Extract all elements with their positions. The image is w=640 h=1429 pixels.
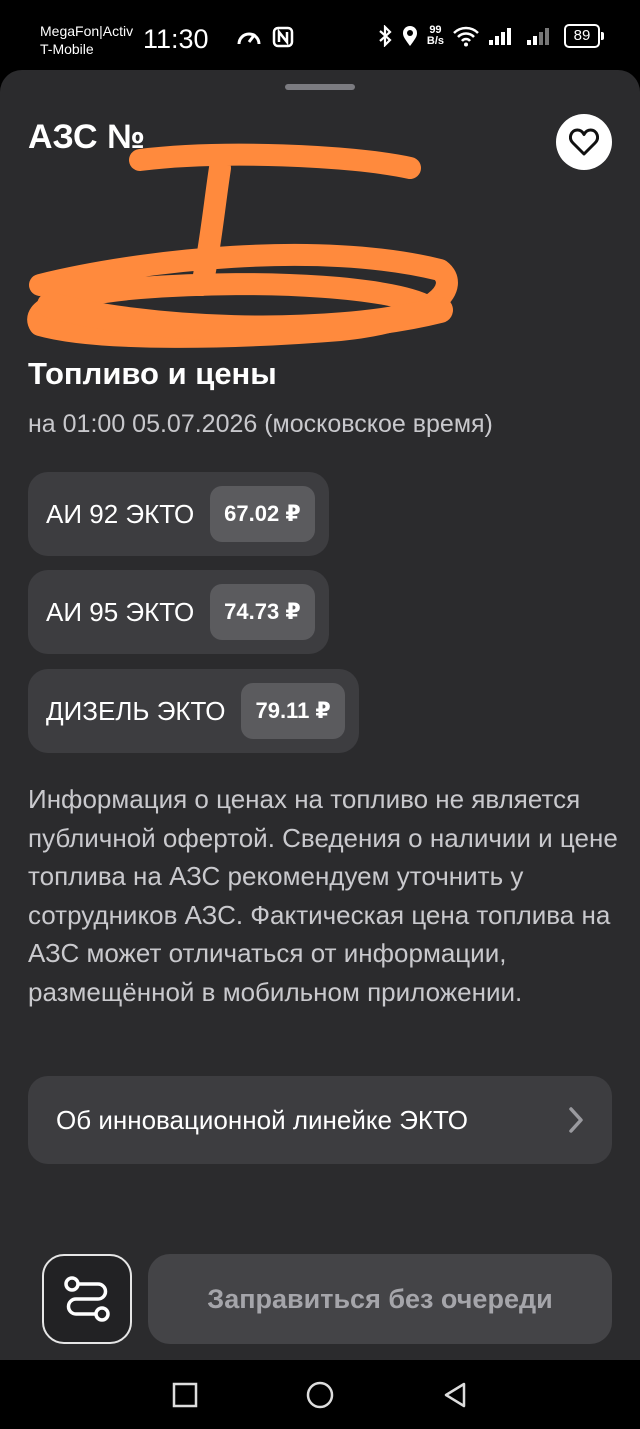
signal-icon — [527, 28, 549, 45]
ecto-line-label: Об инновационной линейке ЭКТО — [56, 1104, 468, 1135]
favorite-button[interactable] — [556, 114, 612, 170]
route-button[interactable] — [42, 1254, 132, 1344]
fuel-price: 74.73 ₽ — [210, 584, 315, 640]
fuel-price: 79.11 ₽ — [241, 683, 345, 739]
carrier-names: MegaFon|Activ T-Mobile — [40, 22, 133, 58]
fuel-item-ai95: АИ 95 ЭКТО 74.73 ₽ — [28, 570, 329, 654]
chevron-right-icon — [569, 1107, 583, 1133]
carrier-1: MegaFon|Activ — [40, 23, 134, 39]
prices-timestamp: на 01:00 05.07.2026 (московское время) — [28, 410, 493, 438]
fuel-name: ДИЗЕЛЬ ЭКТО — [46, 695, 226, 726]
fuel-without-queue-button[interactable]: Заправиться без очереди — [148, 1254, 612, 1344]
price-disclaimer: Информация о ценах на топливо не являетс… — [28, 784, 618, 1007]
net-speed: 99 B/s — [426, 24, 444, 47]
status-icons-left — [236, 26, 294, 48]
fuel-prices-title: Топливо и цены — [28, 356, 277, 391]
status-icons-right: 99 B/s 89 — [377, 24, 604, 48]
ecto-line-link[interactable]: Об инновационной линейке ЭКТО — [28, 1076, 612, 1164]
location-icon — [402, 26, 417, 46]
wifi-icon — [453, 26, 479, 47]
nfc-icon — [272, 26, 294, 48]
heart-icon — [569, 128, 599, 156]
system-nav-bar — [0, 1360, 640, 1429]
speedometer-icon — [237, 32, 261, 45]
recent-apps-icon[interactable] — [170, 1380, 200, 1410]
status-bar: MegaFon|Activ T-Mobile 11:30 99 B/s 89 — [0, 0, 640, 70]
fuel-name: АИ 95 ЭКТО — [46, 596, 195, 627]
signal-icon — [489, 28, 511, 45]
station-sheet: АЗС № Топливо и цены на 01:00 05.07.2026… — [0, 70, 640, 1360]
fuel-name: АИ 92 ЭКТО — [46, 498, 195, 529]
status-time: 11:30 — [143, 24, 209, 54]
bluetooth-icon — [379, 25, 392, 47]
battery-indicator: 89 — [564, 24, 604, 48]
redaction-scribble — [27, 143, 458, 348]
fuel-item-ai92: АИ 92 ЭКТО 67.02 ₽ — [28, 472, 329, 556]
sheet-drag-handle[interactable] — [285, 84, 355, 90]
fuel-item-diesel: ДИЗЕЛЬ ЭКТО 79.11 ₽ — [28, 669, 359, 753]
fuel-price: 67.02 ₽ — [210, 486, 315, 542]
route-icon — [64, 1276, 110, 1322]
back-icon[interactable] — [440, 1380, 470, 1410]
home-icon[interactable] — [305, 1380, 335, 1410]
carrier-2: T-Mobile — [40, 41, 94, 57]
